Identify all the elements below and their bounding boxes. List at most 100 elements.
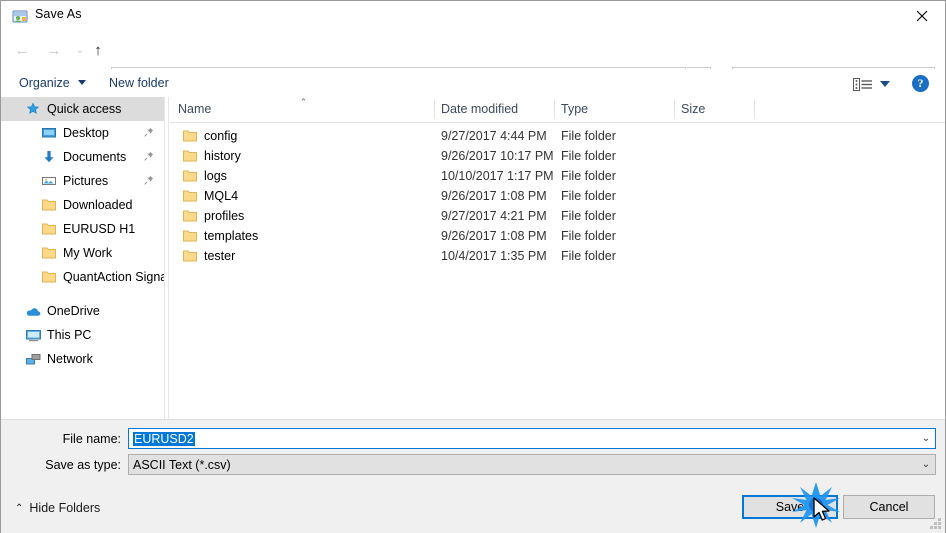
column-divider[interactable] — [554, 100, 555, 119]
file-name-selected-text: EURUSD2 — [133, 431, 195, 446]
column-header-name[interactable]: Name — [178, 102, 211, 116]
sidebar-item-label: Downloaded — [63, 198, 133, 212]
documents-icon — [41, 149, 57, 165]
pin-icon[interactable] — [144, 150, 154, 164]
save-as-dialog: Save As ← → ⌄ ↑ « — [0, 0, 946, 533]
sidebar-item-downloaded[interactable]: Downloaded — [1, 193, 164, 217]
cell-type: File folder — [561, 209, 616, 223]
thispc-icon — [25, 327, 41, 343]
column-divider[interactable] — [434, 100, 435, 119]
cell-name: profiles — [204, 209, 245, 223]
cell-type: File folder — [561, 129, 616, 143]
cell-date-modified: 9/27/2017 4:21 PM — [441, 209, 547, 223]
desktop-icon — [41, 125, 57, 141]
sidebar-item-label: OneDrive — [47, 304, 100, 318]
column-header-type[interactable]: Type — [561, 102, 588, 116]
navigation-bar: ← → ⌄ ↑ « Roaming › MetaQuotes › Termina… — [1, 31, 945, 90]
column-divider[interactable] — [754, 100, 755, 119]
sidebar-item-network[interactable]: Network — [1, 347, 164, 371]
file-name-input[interactable]: EURUSD2 ⌄ — [128, 428, 936, 449]
resize-grip[interactable] — [929, 518, 942, 531]
cell-name: config — [204, 129, 238, 143]
column-divider[interactable] — [674, 100, 675, 119]
command-bar: Organize New folder ? — [1, 69, 945, 98]
file-name-value[interactable]: EURUSD2 — [129, 431, 917, 446]
dialog-footer: ⌃ Hide Folders Save Cancel — [1, 489, 945, 533]
sidebar-item-desktop[interactable]: Desktop — [1, 121, 164, 145]
back-arrow-icon: ← — [14, 41, 30, 59]
cell-type: File folder — [561, 229, 616, 243]
save-as-type-value: ASCII Text (*.csv) — [133, 457, 231, 472]
back-button[interactable]: ← — [11, 39, 33, 61]
folder-icon — [183, 170, 197, 185]
folder-icon — [41, 221, 57, 237]
onedrive-icon — [25, 303, 41, 319]
window-title: Save As — [35, 7, 82, 21]
sidebar-item-onedrive[interactable]: OneDrive — [1, 299, 164, 323]
sidebar-item-quantaction-signal[interactable]: QuantAction Signal — [1, 265, 164, 289]
folder-icon — [41, 269, 57, 285]
cell-name: history — [204, 149, 241, 163]
folder-icon — [183, 210, 197, 225]
sidebar-item-this-pc[interactable]: This PC — [1, 323, 164, 347]
hide-folders-label: Hide Folders — [29, 501, 101, 515]
sidebar-item-pictures[interactable]: Pictures — [1, 169, 164, 193]
view-options-caret-icon[interactable] — [880, 81, 890, 87]
sidebar-item-label: Quick access — [47, 102, 122, 116]
cancel-button-label: Cancel — [869, 500, 909, 514]
sidebar-item-my-work[interactable]: My Work — [1, 241, 164, 265]
forward-button[interactable]: → — [43, 39, 65, 61]
file-name-label: File name: — [62, 432, 121, 446]
sidebar-item-documents[interactable]: Documents — [1, 145, 164, 169]
help-button[interactable]: ? — [912, 75, 929, 92]
folder-icon — [183, 150, 197, 165]
cell-type: File folder — [561, 189, 616, 203]
sidebar-item-label: QuantAction Signal — [63, 270, 164, 284]
forward-arrow-icon: → — [46, 41, 62, 59]
sidebar-item-label: Pictures — [63, 174, 109, 188]
table-row[interactable]: logs 10/10/2017 1:17 PM File folder — [170, 167, 945, 187]
column-header-date-modified[interactable]: Date modified — [441, 102, 518, 116]
folder-icon — [183, 130, 197, 145]
pin-icon[interactable] — [144, 126, 154, 140]
save-as-icon — [12, 8, 28, 24]
column-header-size[interactable]: Size — [681, 102, 705, 116]
cell-date-modified: 9/26/2017 10:17 PM — [441, 149, 554, 163]
chevron-down-icon[interactable]: ⌄ — [917, 459, 935, 470]
sidebar-item-label: EURUSD H1 — [63, 222, 136, 236]
table-row[interactable]: MQL4 9/26/2017 1:08 PM File folder — [170, 187, 945, 207]
up-button[interactable]: ↑ — [87, 39, 109, 61]
table-row[interactable]: config 9/27/2017 4:44 PM File folder — [170, 127, 945, 147]
sidebar-item-eurusd-h1[interactable]: EURUSD H1 — [1, 217, 164, 241]
file-list: ⌃ Name Date modified Type Size config 9/… — [170, 97, 945, 419]
save-as-type-select[interactable]: ASCII Text (*.csv) ⌄ — [128, 454, 936, 475]
new-folder-button[interactable]: New folder — [105, 74, 173, 92]
table-row[interactable]: history 9/26/2017 10:17 PM File folder — [170, 147, 945, 167]
column-header-row: ⌃ Name Date modified Type Size — [170, 97, 945, 123]
table-row[interactable]: tester 10/4/2017 1:35 PM File folder — [170, 247, 945, 267]
chevron-down-icon[interactable]: ⌄ — [917, 433, 935, 444]
sidebar-item-label: Documents — [63, 150, 127, 164]
navigation-pane: Quick access Desktop Documents Pictures … — [1, 97, 164, 419]
cell-type: File folder — [561, 249, 616, 263]
save-button[interactable]: Save — [742, 495, 838, 519]
view-options-icon[interactable] — [853, 78, 873, 91]
organize-button[interactable]: Organize — [15, 74, 74, 92]
sidebar-item-quick-access[interactable]: Quick access — [1, 97, 164, 121]
folder-icon — [183, 250, 197, 265]
cancel-button[interactable]: Cancel — [843, 495, 935, 519]
hide-folders-button[interactable]: ⌃ Hide Folders — [15, 501, 100, 515]
table-row[interactable]: templates 9/26/2017 1:08 PM File folder — [170, 227, 945, 247]
pin-icon[interactable] — [144, 174, 154, 188]
chevron-down-icon: ⌄ — [75, 44, 85, 56]
cell-name: tester — [204, 249, 236, 263]
sort-ascending-icon[interactable]: ⌃ — [298, 97, 309, 108]
pane-splitter[interactable] — [164, 97, 169, 419]
up-arrow-icon: ↑ — [94, 41, 102, 59]
cell-date-modified: 9/26/2017 1:08 PM — [441, 189, 547, 203]
table-row[interactable]: profiles 9/27/2017 4:21 PM File folder — [170, 207, 945, 227]
close-button[interactable] — [899, 1, 945, 30]
folder-icon — [183, 190, 197, 205]
star-icon — [25, 101, 41, 117]
